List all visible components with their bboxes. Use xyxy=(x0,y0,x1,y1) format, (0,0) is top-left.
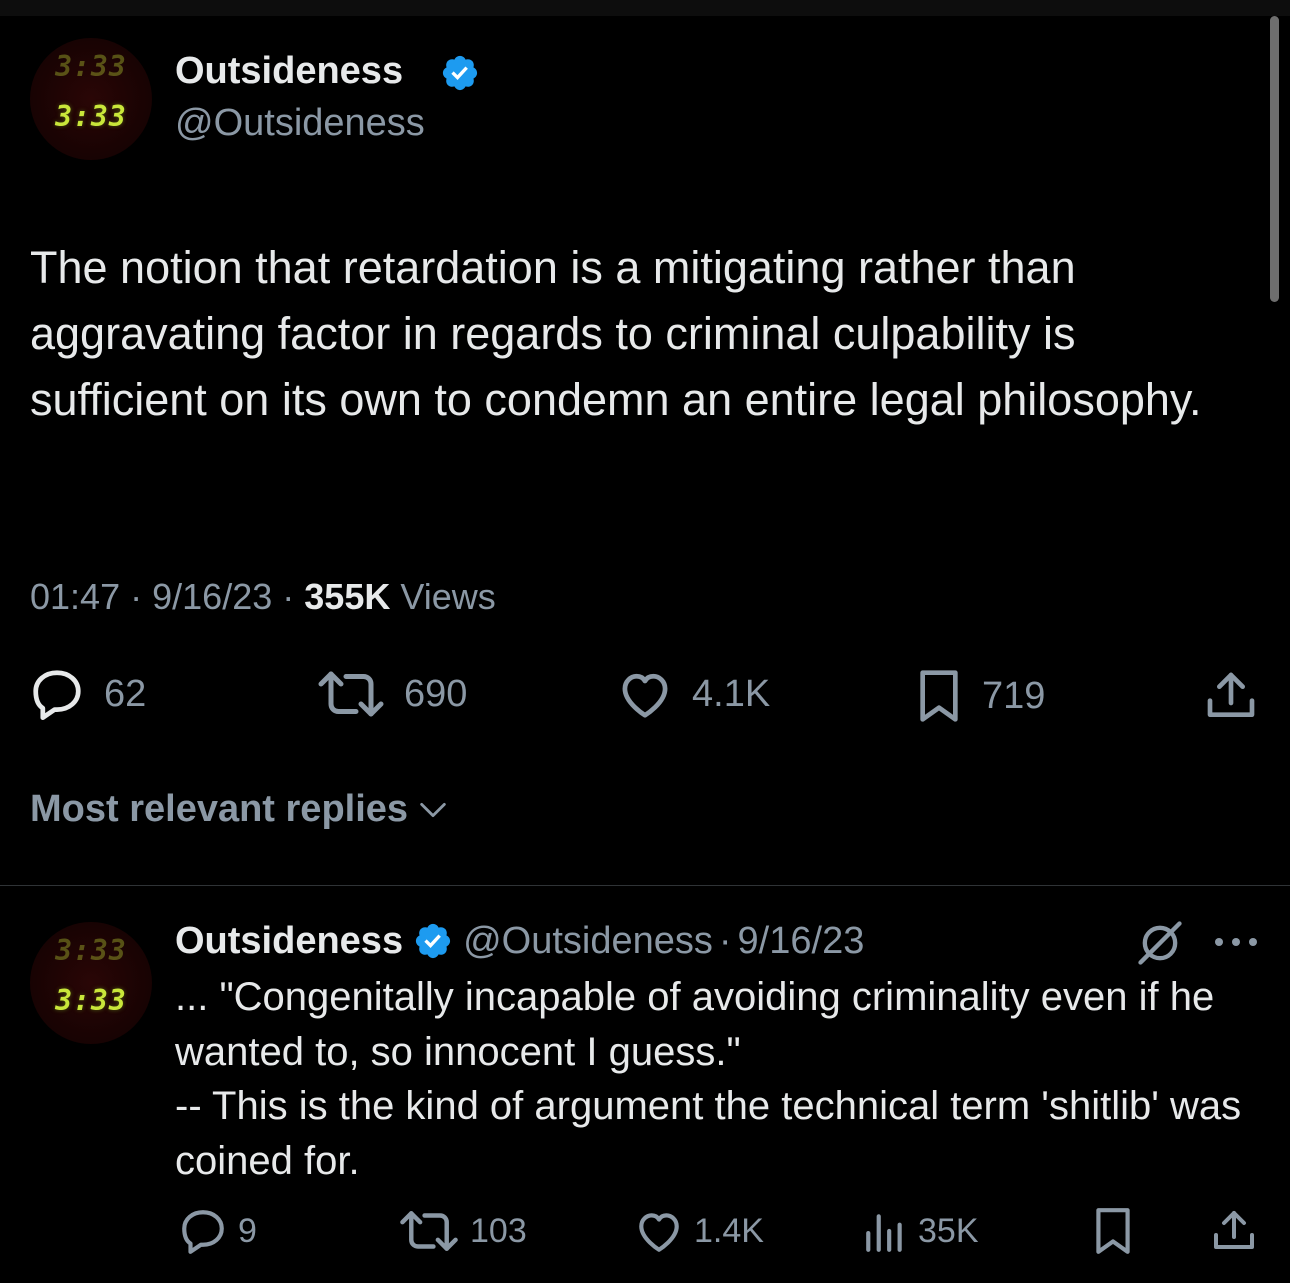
reply-text-line: ... "Congenitally incapable of avoiding … xyxy=(175,975,1215,1074)
views-label: Views xyxy=(400,576,496,617)
reply-text: ... "Congenitally incapable of avoiding … xyxy=(175,970,1255,1188)
reply-author-name[interactable]: Outsideness xyxy=(175,920,403,963)
reply-share-button[interactable] xyxy=(1210,1206,1258,1256)
reply-icon xyxy=(182,1210,224,1254)
avatar-digits: 3:33 xyxy=(55,984,127,1017)
share-button[interactable] xyxy=(1203,668,1259,724)
more-icon[interactable] xyxy=(1212,935,1260,949)
share-icon xyxy=(1214,1211,1254,1249)
reply-reply-count: 9 xyxy=(238,1211,257,1250)
reply-views-count: 35K xyxy=(918,1211,979,1250)
divider xyxy=(0,885,1290,886)
separator: · xyxy=(718,919,732,962)
author-name[interactable]: Outsideness xyxy=(175,50,403,93)
like-count: 4.1K xyxy=(692,672,771,715)
reply-header: Outsideness @Outsideness · 9/16/23 xyxy=(175,915,864,967)
share-icon xyxy=(1207,672,1255,717)
bookmark-count: 719 xyxy=(982,674,1046,717)
reply-author-avatar[interactable]: 3:33 3:33 xyxy=(30,922,152,1044)
reply-views-button[interactable]: 35K xyxy=(862,1208,979,1254)
reply-bookmark-button[interactable] xyxy=(1092,1206,1134,1256)
like-icon xyxy=(622,673,668,718)
reply-reply-button[interactable]: 9 xyxy=(178,1208,257,1254)
bookmark-icon xyxy=(1096,1208,1130,1254)
reply-like-button[interactable]: 1.4K xyxy=(634,1208,764,1254)
repost-icon xyxy=(400,1211,458,1251)
tweet-detail-screen: 3:33 3:33 Outsideness @Outsideness The n… xyxy=(0,0,1290,1283)
views-icon xyxy=(866,1214,902,1252)
grok-icon[interactable] xyxy=(1134,917,1186,969)
reply-icon xyxy=(33,670,81,720)
views-count: 355K xyxy=(304,576,391,617)
reply-count: 62 xyxy=(104,672,147,715)
reply-repost-count: 103 xyxy=(470,1211,527,1250)
reply-author-handle[interactable]: @Outsideness xyxy=(463,920,713,963)
verified-badge-icon xyxy=(442,55,478,91)
repost-button[interactable]: 690 xyxy=(316,668,467,720)
reply-button[interactable]: 62 xyxy=(28,668,146,720)
bookmark-button[interactable]: 719 xyxy=(914,668,1045,724)
tweet-date[interactable]: 9/16/23 xyxy=(152,576,272,617)
sort-label: Most relevant replies xyxy=(30,788,409,830)
scrollbar[interactable] xyxy=(1270,16,1279,302)
avatar-digits: 3:33 xyxy=(55,100,127,133)
author-handle[interactable]: @Outsideness xyxy=(175,102,425,145)
avatar-ghost-digits: 3:33 xyxy=(55,934,127,967)
verified-badge-icon xyxy=(415,923,451,959)
tweet-meta: 01:47 · 9/16/23 · 355K Views xyxy=(30,576,496,618)
reply-date[interactable]: 9/16/23 xyxy=(738,920,865,963)
reply-text-line: -- This is the kind of argument the tech… xyxy=(175,1084,1242,1183)
top-bar xyxy=(0,0,1290,16)
like-button[interactable]: 4.1K xyxy=(616,668,770,720)
repost-count: 690 xyxy=(404,672,468,715)
chevron-down-icon xyxy=(420,802,446,817)
separator: · xyxy=(130,576,143,617)
bookmark-icon xyxy=(920,670,958,722)
tweet-time[interactable]: 01:47 xyxy=(30,576,120,617)
avatar-ghost-digits: 3:33 xyxy=(55,50,127,83)
replies-sort-toggle[interactable]: Most relevant replies xyxy=(30,788,450,831)
separator: · xyxy=(282,576,295,617)
author-avatar[interactable]: 3:33 3:33 xyxy=(30,38,152,160)
reply-like-count: 1.4K xyxy=(694,1211,764,1250)
like-icon xyxy=(639,1213,679,1252)
tweet-text: The notion that retardation is a mitigat… xyxy=(30,242,1202,425)
reply-repost-button[interactable]: 103 xyxy=(398,1208,527,1254)
repost-icon xyxy=(318,671,384,717)
